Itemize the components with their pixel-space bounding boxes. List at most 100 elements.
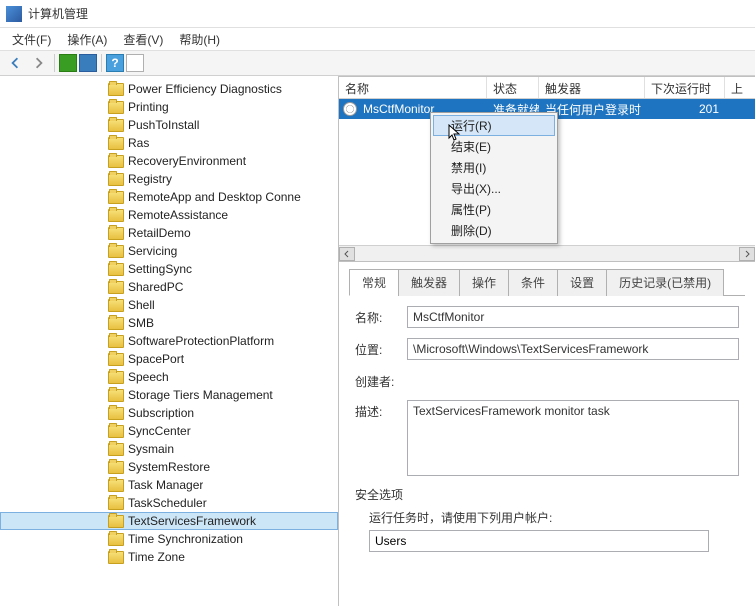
task-icon bbox=[343, 102, 357, 116]
tree-item[interactable]: Sysmain bbox=[0, 440, 338, 458]
tree-item[interactable]: RemoteApp and Desktop Conne bbox=[0, 188, 338, 206]
tree-item[interactable]: Speech bbox=[0, 368, 338, 386]
folder-icon bbox=[108, 461, 124, 474]
context-menu-item[interactable]: 禁用(I) bbox=[433, 157, 555, 178]
tab-body-general: 名称: 位置: 创建者: 描述: 安全选项 运行任务时，请使用下列用 bbox=[349, 296, 745, 562]
tab-general[interactable]: 常规 bbox=[349, 269, 399, 296]
tree-item[interactable]: SoftwareProtectionPlatform bbox=[0, 332, 338, 350]
menu-view[interactable]: 查看(V) bbox=[115, 29, 171, 50]
col-last[interactable]: 上次 bbox=[725, 77, 755, 98]
horizontal-scrollbar[interactable] bbox=[339, 245, 755, 261]
tree-item[interactable]: SyncCenter bbox=[0, 422, 338, 440]
tree-item[interactable]: RecoveryEnvironment bbox=[0, 152, 338, 170]
toolbar: ? bbox=[0, 50, 755, 76]
tree-item[interactable]: Registry bbox=[0, 170, 338, 188]
folder-icon bbox=[108, 335, 124, 348]
field-location[interactable] bbox=[407, 338, 739, 360]
menu-file[interactable]: 文件(F) bbox=[4, 29, 59, 50]
tree-item-label: SyncCenter bbox=[128, 424, 191, 438]
folder-icon bbox=[108, 155, 124, 168]
detail-tabs: 常规 触发器 操作 条件 设置 历史记录(已禁用) bbox=[349, 268, 745, 296]
folder-icon bbox=[108, 497, 124, 510]
folder-icon bbox=[108, 245, 124, 258]
folder-icon bbox=[108, 371, 124, 384]
folder-icon bbox=[108, 83, 124, 96]
context-menu-item[interactable]: 导出(X)... bbox=[433, 178, 555, 199]
security-section: 安全选项 运行任务时，请使用下列用户帐户: Users bbox=[355, 486, 739, 552]
context-menu-item[interactable]: 删除(D) bbox=[433, 220, 555, 241]
forward-button[interactable] bbox=[28, 52, 50, 74]
tree-item[interactable]: SettingSync bbox=[0, 260, 338, 278]
tab-actions[interactable]: 操作 bbox=[459, 269, 509, 296]
tree-item-label: Ras bbox=[128, 136, 149, 150]
tree-item-label: Servicing bbox=[128, 244, 177, 258]
security-title: 安全选项 bbox=[355, 486, 739, 503]
tree-item[interactable]: Shell bbox=[0, 296, 338, 314]
toolbar-separator bbox=[54, 54, 55, 72]
tree-item[interactable]: TaskScheduler bbox=[0, 494, 338, 512]
tree-item[interactable]: SpacePort bbox=[0, 350, 338, 368]
folder-icon bbox=[108, 515, 124, 528]
folder-icon bbox=[108, 533, 124, 546]
tree-item[interactable]: Ras bbox=[0, 134, 338, 152]
menu-action[interactable]: 操作(A) bbox=[59, 29, 115, 50]
tree-item[interactable]: Storage Tiers Management bbox=[0, 386, 338, 404]
folder-icon bbox=[108, 479, 124, 492]
tab-settings[interactable]: 设置 bbox=[557, 269, 607, 296]
back-button[interactable] bbox=[4, 52, 26, 74]
folder-icon bbox=[108, 425, 124, 438]
tree-item[interactable]: Subscription bbox=[0, 404, 338, 422]
tree-item[interactable]: Servicing bbox=[0, 242, 338, 260]
tab-conditions[interactable]: 条件 bbox=[508, 269, 558, 296]
workspace: Power Efficiency Diagnostics PrintingPush… bbox=[0, 76, 755, 606]
field-name[interactable] bbox=[407, 306, 739, 328]
cell-next-run: 201 bbox=[645, 102, 725, 116]
context-menu-item[interactable]: 属性(P) bbox=[433, 199, 555, 220]
view-button[interactable] bbox=[126, 54, 144, 72]
scroll-left-icon[interactable] bbox=[339, 247, 355, 261]
tree-item-label: Registry bbox=[128, 172, 172, 186]
app-icon bbox=[6, 6, 22, 22]
tree-item[interactable]: Power Efficiency Diagnostics bbox=[0, 80, 338, 98]
tree-item[interactable]: Time Synchronization bbox=[0, 530, 338, 548]
col-name[interactable]: 名称 bbox=[339, 77, 487, 98]
tree-item[interactable]: RemoteAssistance bbox=[0, 206, 338, 224]
tree-item[interactable]: SharedPC bbox=[0, 278, 338, 296]
col-status[interactable]: 状态 bbox=[487, 77, 539, 98]
context-menu-item[interactable]: 运行(R) bbox=[433, 115, 555, 136]
properties-button[interactable] bbox=[79, 54, 97, 72]
scroll-right-icon[interactable] bbox=[739, 247, 755, 261]
tree-item[interactable]: Printing bbox=[0, 98, 338, 116]
folder-icon bbox=[108, 281, 124, 294]
tree-item[interactable]: SMB bbox=[0, 314, 338, 332]
tree-item-label: Time Zone bbox=[128, 550, 185, 564]
field-description[interactable] bbox=[407, 400, 739, 476]
tree-item[interactable]: Time Zone bbox=[0, 548, 338, 566]
folder-icon bbox=[108, 317, 124, 330]
run-button[interactable] bbox=[59, 54, 77, 72]
tab-history[interactable]: 历史记录(已禁用) bbox=[606, 269, 724, 296]
tree-item-label: SettingSync bbox=[128, 262, 192, 276]
tree-item-label: Time Synchronization bbox=[128, 532, 243, 546]
tree-item-label: SharedPC bbox=[128, 280, 183, 294]
tree-pane[interactable]: Power Efficiency Diagnostics PrintingPush… bbox=[0, 76, 339, 606]
folder-icon bbox=[108, 227, 124, 240]
tree-item[interactable]: RetailDemo bbox=[0, 224, 338, 242]
tree-item-label: RetailDemo bbox=[128, 226, 191, 240]
tree-item-label: RecoveryEnvironment bbox=[128, 154, 246, 168]
folder-icon bbox=[108, 101, 124, 114]
menu-help[interactable]: 帮助(H) bbox=[171, 29, 228, 50]
col-next-run[interactable]: 下次运行时间 bbox=[645, 77, 725, 98]
tree-item-label: Shell bbox=[128, 298, 155, 312]
tree-item[interactable]: TextServicesFramework bbox=[0, 512, 338, 530]
tree-item[interactable]: Task Manager bbox=[0, 476, 338, 494]
help-button[interactable]: ? bbox=[106, 54, 124, 72]
tree-item-label: Power Efficiency Diagnostics bbox=[128, 82, 282, 96]
task-list-header: 名称 状态 触发器 下次运行时间 上次 bbox=[339, 77, 755, 99]
tab-triggers[interactable]: 触发器 bbox=[398, 269, 460, 296]
tree-item[interactable]: SystemRestore bbox=[0, 458, 338, 476]
tree-item-label: TextServicesFramework bbox=[128, 514, 256, 528]
col-trigger[interactable]: 触发器 bbox=[539, 77, 645, 98]
context-menu-item[interactable]: 结束(E) bbox=[433, 136, 555, 157]
tree-item[interactable]: PushToInstall bbox=[0, 116, 338, 134]
